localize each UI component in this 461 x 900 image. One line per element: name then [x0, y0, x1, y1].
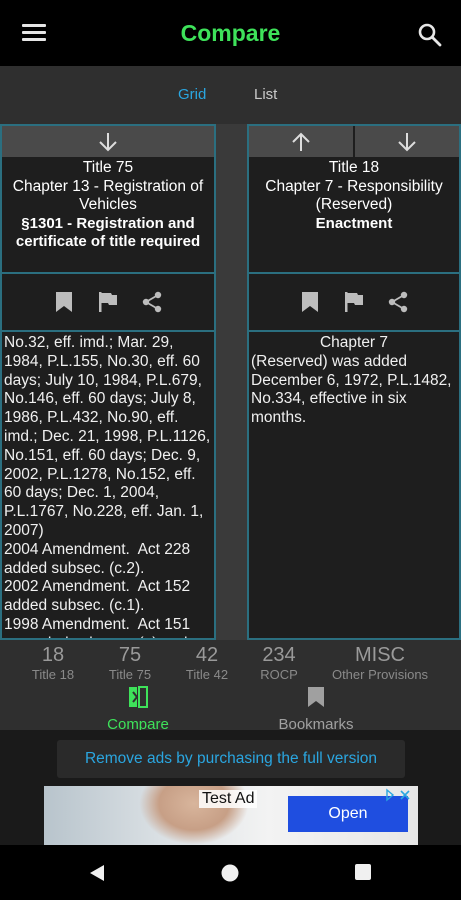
adchoices-icon[interactable] [384, 787, 414, 803]
system-navigation-bar [0, 845, 461, 900]
panel-actions [249, 274, 459, 330]
panel-title: Title 18 [328, 159, 380, 176]
page-title: Compare [180, 20, 281, 46]
shortcut-number: 42 [195, 644, 219, 666]
recents-icon[interactable] [354, 863, 372, 886]
panel-title: Title 75 [82, 159, 134, 176]
panel-body-content: (Reserved) was added December 6, 1972, P… [251, 352, 456, 427]
panel-nav [249, 126, 459, 157]
compare-panel-right[interactable]: Title 18 Chapter 7 - Responsibility (Res… [247, 124, 461, 640]
panel-body-text: Chapter 7 (Reserved) was added December 6… [249, 332, 459, 430]
shortcut-label: Title 42 [185, 667, 229, 682]
panel-section: Enactment [315, 214, 393, 232]
panel-nav [2, 126, 214, 157]
ad-banner[interactable]: Test Ad Open [44, 786, 418, 845]
shortcut-title-75[interactable]: 75 Title 75 [105, 643, 155, 683]
shortcut-title-42[interactable]: 42 Title 42 [181, 643, 233, 683]
bottom-navigation: 18 Title 18 75 Title 75 42 Title 42 234 … [0, 640, 461, 733]
back-icon[interactable] [87, 863, 107, 888]
arrow-down-icon[interactable] [355, 126, 459, 157]
shortcut-label: Title 75 [108, 667, 152, 682]
share-icon[interactable] [387, 291, 409, 313]
shortcut-label: Title 18 [31, 667, 75, 682]
shortcut-rocp[interactable]: 234 ROCP [256, 643, 302, 683]
tab-compare[interactable]: Compare [98, 686, 178, 733]
shortcut-title-18[interactable]: 18 Title 18 [28, 643, 78, 683]
panel-section: §1301 - Registration and certificate of … [15, 214, 201, 251]
panel-body-heading: Chapter 7 [319, 334, 389, 351]
ad-label: Test Ad [199, 790, 258, 808]
tab-bookmarks[interactable]: Bookmarks [270, 686, 362, 733]
bookmark-icon[interactable] [53, 291, 75, 313]
flag-icon[interactable] [97, 291, 119, 313]
bookmark-icon [308, 687, 324, 707]
arrow-up-icon[interactable] [249, 126, 355, 157]
panel-chapter: Chapter 7 - Responsibility (Reserved) [265, 177, 443, 214]
shortcut-label: Other Provisions [331, 667, 429, 682]
remove-ads-button[interactable]: Remove ads by purchasing the full versio… [57, 740, 405, 778]
compare-icon [129, 686, 148, 708]
panel-body-text: No.32, eff. imd.; Mar. 29, 1984, P.L.155… [4, 334, 211, 638]
compare-grid: Title 75 Chapter 13 - Registration of Ve… [0, 124, 461, 640]
shortcut-label: ROCP [260, 667, 298, 682]
panel-header: Title 18 Chapter 7 - Responsibility (Res… [249, 157, 459, 272]
compare-panel-left[interactable]: Title 75 Chapter 13 - Registration of Ve… [0, 124, 216, 640]
flag-icon[interactable] [343, 291, 365, 313]
home-icon[interactable] [220, 863, 240, 888]
app-bar: Compare [0, 0, 461, 66]
search-icon[interactable] [417, 22, 443, 48]
view-tabs: Grid List [0, 66, 461, 124]
shortcut-number: 234 [262, 644, 296, 666]
share-icon[interactable] [141, 291, 163, 313]
bookmark-icon[interactable] [299, 291, 321, 313]
shortcut-number: 75 [118, 644, 142, 666]
tab-grid[interactable]: Grid [178, 86, 206, 103]
panel-header: Title 75 Chapter 13 - Registration of Ve… [2, 157, 214, 272]
tab-list[interactable]: List [254, 86, 277, 103]
arrow-down-icon[interactable] [2, 126, 214, 157]
panel-actions [2, 274, 214, 330]
panel-chapter: Chapter 13 - Registration of Vehicles [12, 177, 204, 214]
shortcut-number: MISC [355, 644, 405, 666]
shortcut-number: 18 [41, 644, 65, 666]
shortcut-other-provisions[interactable]: MISC Other Provisions [326, 643, 434, 683]
ad-area: Remove ads by purchasing the full versio… [0, 730, 461, 845]
